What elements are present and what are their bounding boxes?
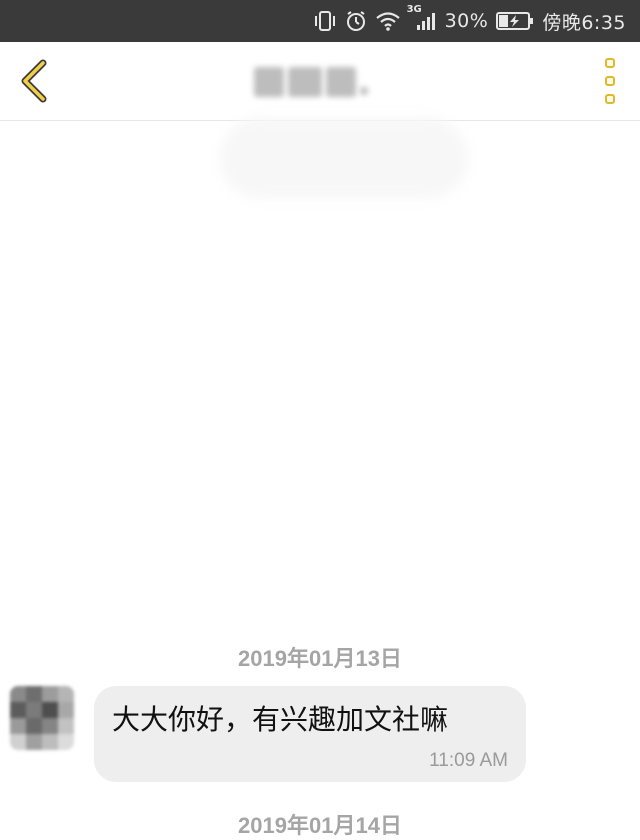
contact-name-redacted (254, 64, 382, 100)
alarm-icon (345, 10, 367, 32)
redaction-block (360, 87, 368, 95)
message-text: 大大你好，有兴趣加文社嘛 (112, 703, 449, 736)
chat-header (0, 42, 640, 121)
signal-icon: 3G (407, 4, 437, 32)
network-type-label: 3G (406, 4, 422, 15)
redaction-block (288, 67, 322, 97)
vibrate-icon (313, 10, 337, 32)
clock: 傍晚6:35 (542, 11, 626, 34)
wifi-icon (375, 10, 401, 32)
date-separator: 2019年01月14日 (238, 813, 402, 838)
battery-percent: 30% (444, 10, 489, 32)
status-bar: 3G 30% 傍晚6:35 (0, 0, 640, 42)
chevron-left-icon (21, 59, 47, 103)
back-button[interactable] (14, 56, 54, 106)
more-vertical-icon (605, 94, 615, 104)
avatar[interactable] (10, 686, 74, 750)
more-vertical-icon (605, 76, 615, 86)
message-timestamp: 11:09 AM (429, 750, 508, 771)
more-menu-button[interactable] (598, 58, 622, 104)
background-watermark (220, 118, 468, 198)
date-separator: 2019年01月13日 (238, 646, 402, 671)
message-bubble[interactable]: 大大你好，有兴趣加文社嘛 11:09 AM (94, 686, 526, 782)
battery-charging-icon (496, 11, 534, 31)
status-bar-right: 3G 30% 傍晚6:35 (313, 0, 626, 42)
redaction-block (326, 67, 356, 97)
more-vertical-icon (605, 58, 615, 68)
redaction-block (254, 67, 284, 97)
